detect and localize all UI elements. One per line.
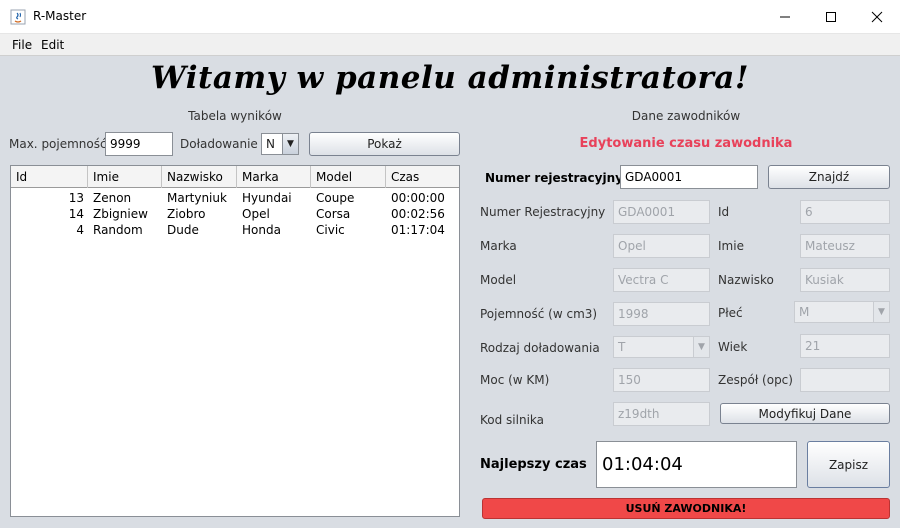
cell-first-name: Zbigniew xyxy=(93,207,148,221)
cell-first-name: Random xyxy=(93,223,143,237)
column-header-first-name[interactable]: Imie xyxy=(88,166,162,188)
registration-search-input[interactable]: GDA0001 xyxy=(620,165,758,189)
menu-bar: File Edit xyxy=(0,34,900,56)
registration-search-label: Numer rejestracyjny xyxy=(485,171,623,185)
cell-model: Coupe xyxy=(316,191,355,205)
column-header-last-name[interactable]: Nazwisko xyxy=(162,166,237,188)
field-label-capacity: Pojemność (w cm3) xyxy=(480,307,598,321)
cell-brand: Honda xyxy=(242,223,281,237)
find-button[interactable]: Znajdź xyxy=(768,165,890,189)
table-row[interactable]: 13 Zenon Martyniuk Hyundai Coupe 00:00:0… xyxy=(11,190,459,206)
charging-filter-value: N xyxy=(266,137,275,151)
chevron-down-icon: ▼ xyxy=(282,134,298,154)
minimize-icon xyxy=(780,16,790,18)
maximize-button[interactable] xyxy=(808,0,854,34)
charging-filter-select[interactable]: N ▼ xyxy=(261,133,299,155)
cell-id: 14 xyxy=(68,207,84,221)
field-label-brand: Marka xyxy=(480,239,517,253)
field-last-name: Kusiak xyxy=(800,268,890,292)
results-table[interactable]: Id Imie Nazwisko Marka Model Czas 13 Zen… xyxy=(10,165,460,517)
field-model: Vectra C xyxy=(613,268,710,292)
charging-filter-label: Doładowanie xyxy=(180,137,258,151)
cell-brand: Hyundai xyxy=(242,191,292,205)
field-label-gender: Płeć xyxy=(718,306,743,320)
field-engine: z19dth xyxy=(613,402,710,426)
chevron-down-icon: ▼ xyxy=(693,337,709,357)
column-header-id[interactable]: Id xyxy=(11,166,88,188)
field-id: 6 xyxy=(800,200,890,224)
field-charging-select: T ▼ xyxy=(613,336,710,358)
page-title: Witamy w panelu administratora! xyxy=(150,60,750,96)
cell-model: Civic xyxy=(316,223,345,237)
save-button[interactable]: Zapisz xyxy=(807,441,890,488)
cell-model: Corsa xyxy=(316,207,351,221)
close-icon xyxy=(871,11,883,23)
field-registration: GDA0001 xyxy=(613,200,710,224)
window-title: R-Master xyxy=(33,9,87,23)
cell-id: 4 xyxy=(76,223,84,237)
results-table-header: Id Imie Nazwisko Marka Model Czas xyxy=(11,166,459,188)
field-label-model: Model xyxy=(480,273,517,287)
driver-section-subtitle: Edytowanie czasu zawodnika xyxy=(579,136,793,151)
menu-file[interactable]: File xyxy=(12,38,32,52)
cell-time: 00:00:00 xyxy=(391,191,445,205)
modify-data-button[interactable]: Modyfikuj Dane xyxy=(720,403,890,424)
results-section-title: Tabela wyników xyxy=(188,109,282,123)
capacity-filter-input[interactable]: 9999 xyxy=(105,132,173,156)
field-capacity: 1998 xyxy=(613,302,710,326)
close-button[interactable] xyxy=(854,0,900,34)
field-charging-value: T xyxy=(618,340,626,354)
field-label-id: Id xyxy=(718,205,730,219)
field-label-registration: Numer Rejestracyjny xyxy=(480,205,606,219)
field-first-name: Mateusz xyxy=(800,234,890,258)
java-app-icon xyxy=(10,9,26,25)
column-header-brand[interactable]: Marka xyxy=(237,166,311,188)
title-bar: R-Master xyxy=(0,0,900,34)
field-label-last-name: Nazwisko xyxy=(718,273,774,287)
cell-time: 00:02:56 xyxy=(391,207,445,221)
field-label-age: Wiek xyxy=(718,340,748,354)
cell-id: 13 xyxy=(68,191,84,205)
best-time-label: Najlepszy czas xyxy=(480,457,587,472)
best-time-input[interactable]: 01:04:04 xyxy=(596,441,797,488)
cell-last-name: Martyniuk xyxy=(167,191,227,205)
driver-section-title: Dane zawodników xyxy=(631,109,741,123)
field-gender-value: M xyxy=(799,305,810,319)
cell-last-name: Ziobro xyxy=(167,207,206,221)
table-row[interactable]: 14 Zbigniew Ziobro Opel Corsa 00:02:56 xyxy=(11,206,459,222)
field-age: 21 xyxy=(800,334,890,358)
menu-edit[interactable]: Edit xyxy=(41,38,64,52)
table-row[interactable]: 4 Random Dude Honda Civic 01:17:04 xyxy=(11,222,459,238)
cell-brand: Opel xyxy=(242,207,270,221)
field-gender-select: M ▼ xyxy=(794,301,890,323)
field-power: 150 xyxy=(613,368,710,392)
field-label-charging: Rodzaj doładowania xyxy=(480,341,600,355)
field-label-first-name: Imie xyxy=(718,239,744,253)
show-results-button[interactable]: Pokaż xyxy=(309,132,460,156)
column-header-time[interactable]: Czas xyxy=(386,166,459,188)
cell-first-name: Zenon xyxy=(93,191,132,205)
column-header-model[interactable]: Model xyxy=(311,166,386,188)
field-team xyxy=(800,368,890,392)
field-label-power: Moc (w KM) xyxy=(480,373,550,387)
delete-driver-button[interactable]: USUŃ ZAWODNIKA! xyxy=(482,498,890,519)
maximize-icon xyxy=(826,12,836,22)
cell-time: 01:17:04 xyxy=(391,223,445,237)
minimize-button[interactable] xyxy=(762,0,808,34)
field-label-team: Zespół (opc) xyxy=(718,373,793,387)
capacity-filter-label: Max. pojemność xyxy=(9,137,107,151)
chevron-down-icon: ▼ xyxy=(873,302,889,322)
field-label-engine: Kod silnika xyxy=(480,413,544,427)
cell-last-name: Dude xyxy=(167,223,199,237)
field-brand: Opel xyxy=(613,234,710,258)
